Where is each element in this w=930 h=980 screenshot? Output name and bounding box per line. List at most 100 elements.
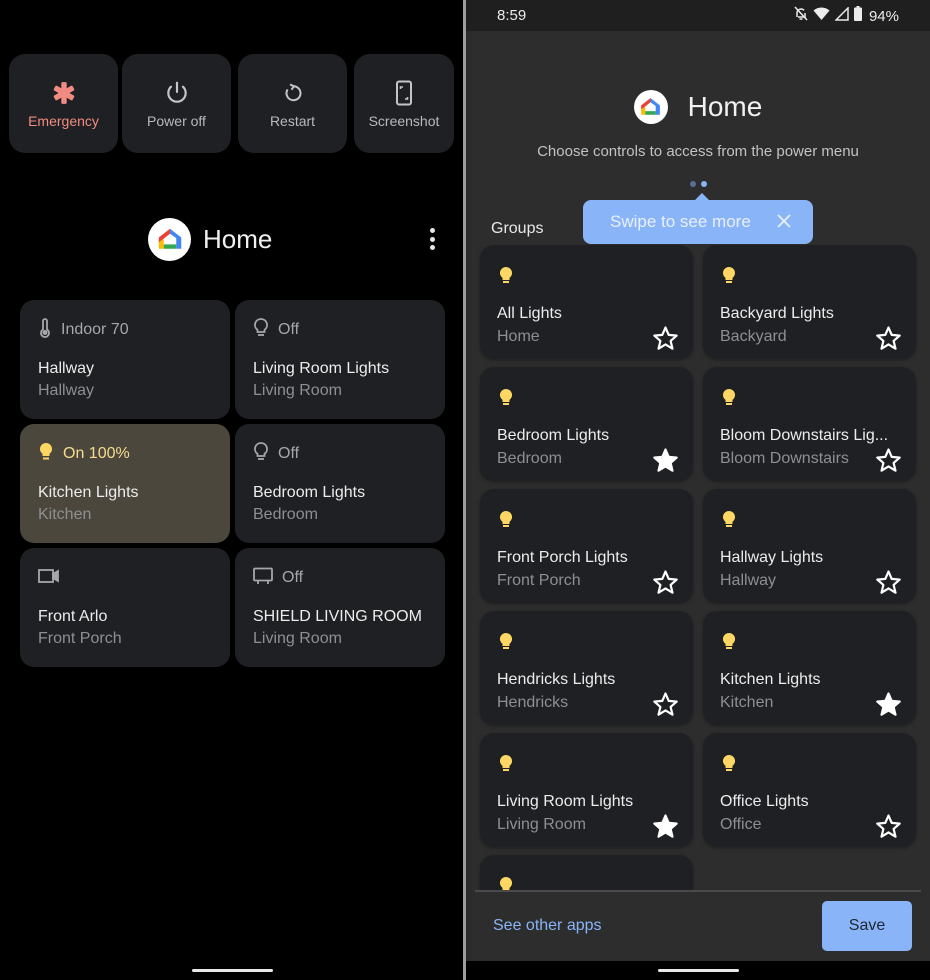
emergency-asterisk-icon xyxy=(50,79,78,107)
control-subtitle: Kitchen xyxy=(38,506,92,523)
power-actions-row: Emergency Power off Restart Screenshot xyxy=(9,54,454,153)
control-title: SHIELD LIVING ROOM xyxy=(253,608,422,625)
star-filled-icon[interactable] xyxy=(875,691,902,718)
home-header: Home xyxy=(148,218,272,261)
control-subtitle: Front Porch xyxy=(38,630,122,647)
camera-icon xyxy=(38,568,60,589)
lightbulb-filled-icon xyxy=(721,753,737,780)
see-other-apps-link[interactable]: See other apps xyxy=(493,917,602,935)
screenshot-button[interactable]: Screenshot xyxy=(354,54,454,153)
emergency-button[interactable]: Emergency xyxy=(9,54,118,153)
favorite-subtitle: Hendricks xyxy=(497,694,569,711)
lightbulb-filled-icon xyxy=(721,509,737,536)
home-header: Home xyxy=(466,90,930,124)
favorite-subtitle: Home xyxy=(497,328,540,345)
lightbulb-outline-icon xyxy=(253,317,269,344)
star-outline-icon[interactable] xyxy=(875,813,902,840)
swipe-tooltip: Swipe to see more xyxy=(583,193,813,244)
save-button[interactable]: Save xyxy=(822,901,912,951)
control-status: Indoor 70 xyxy=(61,321,129,338)
control-subtitle: Living Room xyxy=(253,382,342,399)
favorite-title: Backyard Lights xyxy=(720,305,834,322)
status-bar: 8:59 94% xyxy=(466,0,930,31)
favorite-tile[interactable]: Hendricks Lights Hendricks xyxy=(480,611,693,725)
favorite-tile[interactable]: Office Lights Office xyxy=(703,733,916,847)
emergency-label: Emergency xyxy=(28,112,99,129)
navigation-bar xyxy=(466,961,930,980)
home-title: Home xyxy=(203,224,273,254)
favorite-title: All Lights xyxy=(497,305,562,322)
battery-percentage: 94% xyxy=(868,7,899,25)
home-title: Home xyxy=(687,91,763,122)
control-tile-hallway[interactable]: Indoor 70 Hallway Hallway xyxy=(20,300,230,419)
favorite-tile[interactable]: Living Room Lights Living Room xyxy=(480,733,693,847)
tooltip-text: Swipe to see more xyxy=(610,212,751,231)
google-home-icon xyxy=(633,90,668,124)
lightbulb-filled-icon xyxy=(721,631,737,658)
star-outline-icon[interactable] xyxy=(652,569,679,596)
page-dot[interactable] xyxy=(690,181,696,187)
star-outline-icon[interactable] xyxy=(875,325,902,352)
favorite-title: Office Lights xyxy=(720,793,809,810)
restart-button[interactable]: Restart xyxy=(238,54,347,153)
control-tile-living-room-lights[interactable]: Off Living Room Lights Living Room xyxy=(235,300,445,419)
favorites-scroll-list[interactable]: All Lights Home Backyard Lights Backyard Bed… xyxy=(466,245,930,890)
notifications-off-icon xyxy=(794,6,808,26)
favorite-tile[interactable]: Kitchen Lights Kitchen xyxy=(703,611,916,725)
favorite-tile[interactable] xyxy=(480,855,693,890)
star-outline-icon[interactable] xyxy=(875,569,902,596)
more-vert-icon[interactable] xyxy=(424,228,440,250)
favorite-subtitle: Bloom Downstairs xyxy=(720,450,849,467)
favorite-tile[interactable]: All Lights Home xyxy=(480,245,693,359)
favorite-title: Living Room Lights xyxy=(497,793,634,810)
control-status: Off xyxy=(278,445,300,462)
power-off-label: Power off xyxy=(147,112,206,129)
section-label-groups: Groups xyxy=(491,220,544,237)
gesture-nav-handle[interactable] xyxy=(192,969,273,972)
favorite-tile[interactable]: Bedroom Lights Bedroom xyxy=(480,367,693,481)
star-outline-icon[interactable] xyxy=(652,691,679,718)
star-outline-icon[interactable] xyxy=(652,325,679,352)
control-status: On 100% xyxy=(63,445,130,462)
control-tile-front-arlo[interactable]: Front Arlo Front Porch xyxy=(20,548,230,667)
close-icon[interactable] xyxy=(775,212,793,230)
gesture-nav-handle[interactable] xyxy=(658,969,739,972)
status-time: 8:59 xyxy=(497,7,527,24)
page-indicator[interactable] xyxy=(690,181,707,187)
control-subtitle: Bedroom xyxy=(253,506,318,523)
control-title: Bedroom Lights xyxy=(253,484,366,501)
favorites-grid: All Lights Home Backyard Lights Backyard Bed… xyxy=(480,245,916,890)
star-filled-icon[interactable] xyxy=(652,447,679,474)
lightbulb-filled-icon xyxy=(38,441,54,468)
control-tile-kitchen-lights[interactable]: On 100% Kitchen Lights Kitchen xyxy=(20,424,230,543)
favorite-subtitle: Bedroom xyxy=(497,450,562,467)
favorite-tile[interactable]: Backyard Lights Backyard xyxy=(703,245,916,359)
page-dot-active[interactable] xyxy=(701,181,707,187)
tv-icon xyxy=(253,567,273,590)
wifi-icon xyxy=(813,6,830,26)
star-filled-icon[interactable] xyxy=(652,813,679,840)
power-off-button[interactable]: Power off xyxy=(122,54,231,153)
favorite-subtitle: Backyard xyxy=(720,328,787,345)
star-outline-icon[interactable] xyxy=(875,447,902,474)
favorite-title: Hallway Lights xyxy=(720,549,824,566)
lightbulb-filled-icon xyxy=(498,875,514,890)
favorite-title: Hendricks Lights xyxy=(497,671,616,688)
control-tile-shield-living-room[interactable]: Off SHIELD LIVING ROOM Living Room xyxy=(235,548,445,667)
device-controls-grid: Indoor 70 Hallway Hallway Off Living Roo… xyxy=(20,300,445,667)
signal-icon xyxy=(834,5,849,26)
favorite-tile[interactable]: Hallway Lights Hallway xyxy=(703,489,916,603)
lightbulb-filled-icon xyxy=(498,753,514,780)
lightbulb-filled-icon xyxy=(721,387,737,414)
restart-icon xyxy=(279,79,307,107)
favorite-title: Front Porch Lights xyxy=(497,549,628,566)
footer-divider xyxy=(475,890,921,892)
control-tile-bedroom-lights[interactable]: Off Bedroom Lights Bedroom xyxy=(235,424,445,543)
favorite-tile[interactable]: Front Porch Lights Front Porch xyxy=(480,489,693,603)
lightbulb-filled-icon xyxy=(498,387,514,414)
lightbulb-filled-icon xyxy=(498,509,514,536)
lightbulb-filled-icon xyxy=(721,265,737,292)
instructions-text: Choose controls to access from the power… xyxy=(537,143,859,160)
favorite-tile[interactable]: Bloom Downstairs Lig... Bloom Downstairs xyxy=(703,367,916,481)
favorite-subtitle: Hallway xyxy=(720,572,777,589)
